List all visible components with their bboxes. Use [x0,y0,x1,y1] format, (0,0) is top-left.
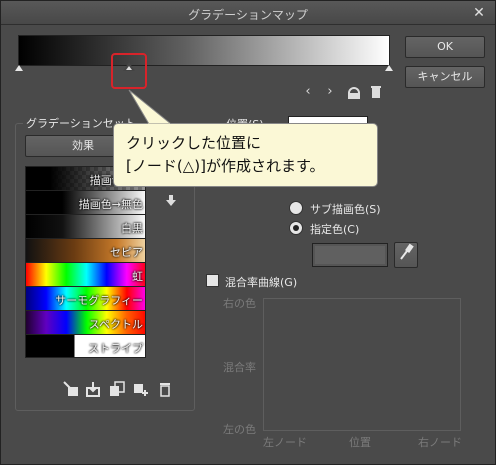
radio-specified-color[interactable] [289,221,303,235]
blend-curve-label: 混合率曲線(G) [225,276,298,289]
preset-label: 虹 [132,270,143,283]
preset-item[interactable]: 描画色→無色 [26,191,145,215]
preset-label: スペクトル [88,318,143,331]
next-node-icon[interactable]: › [321,83,339,101]
new-node-marker-inner [126,66,132,70]
cancel-button[interactable]: キャンセル [405,66,485,88]
tooltip-callout: クリックした位置に [ノード(△)]が作成されます。 [113,123,378,187]
blend-curve-checkbox[interactable] [206,274,219,287]
radio-sub-color-label: サブ描画色(S) [310,203,381,216]
close-icon[interactable]: ✕ [471,5,487,21]
add-preset-icon[interactable] [133,381,149,397]
radio-specified-color-label: 指定色(C) [310,223,360,236]
preset-label: 白黒 [121,222,143,235]
curve-x-left-label: 左ノード [263,436,307,449]
specified-color-swatch[interactable] [312,243,388,267]
curve-x-mid-label: 位置 [349,436,371,449]
preset-item[interactable]: セピア [26,239,145,263]
preset-item[interactable]: 白黒 [26,215,145,239]
ok-button[interactable]: OK [405,36,485,58]
new-node-highlight [111,53,147,89]
preset-label: 描画色→無色 [78,198,143,211]
callout-line-1: クリックした位置に [126,134,262,152]
title-bar: グラデーションマップ ✕ [1,1,495,25]
copy-preset-icon[interactable] [109,381,125,397]
prev-node-icon[interactable]: ‹ [299,83,317,101]
preset-label: サーモグラフィー [55,294,143,307]
delete-node-icon[interactable] [367,83,385,101]
curve-y-top-label: 右の色 [223,297,256,310]
preset-item[interactable]: ストライプ [26,335,145,357]
preset-label: ストライプ [88,342,143,355]
callout-line-2: [ノード(△)]が作成されます。 [126,157,325,175]
gradient-map-dialog: グラデーションマップ ✕ OK キャンセル ‹ › グラデーションセット 効果 … [0,0,496,465]
curve-y-bottom-label: 左の色 [223,423,256,436]
arrow-down-icon[interactable] [165,195,177,207]
preset-item[interactable]: サーモグラフィー [26,287,145,311]
curve-y-mid-label: 混合率 [223,361,256,374]
preset-label: セピア [110,246,143,259]
radio-sub-color[interactable] [289,201,303,215]
curve-x-right-label: 右ノード [418,436,462,449]
eyedropper-button[interactable] [394,242,418,268]
left-node-marker[interactable] [15,65,23,71]
right-node-marker[interactable] [385,65,393,71]
gradient-bar[interactable] [18,35,390,66]
blend-curve-graph[interactable] [263,298,461,431]
preset-item[interactable]: スペクトル [26,311,145,335]
apply-preset-icon[interactable] [63,381,79,397]
preset-item[interactable]: 虹 [26,263,145,287]
eyedropper-icon [400,243,414,260]
preset-list: 描画色→透 描画色→無色 白黒 セピア 虹 サーモグラフィー スペクトル ストラ… [25,166,146,358]
delete-preset-icon[interactable] [157,381,173,397]
dialog-title: グラデーションマップ [188,8,308,22]
flip-node-icon[interactable] [345,83,363,101]
import-preset-icon[interactable] [85,381,101,397]
